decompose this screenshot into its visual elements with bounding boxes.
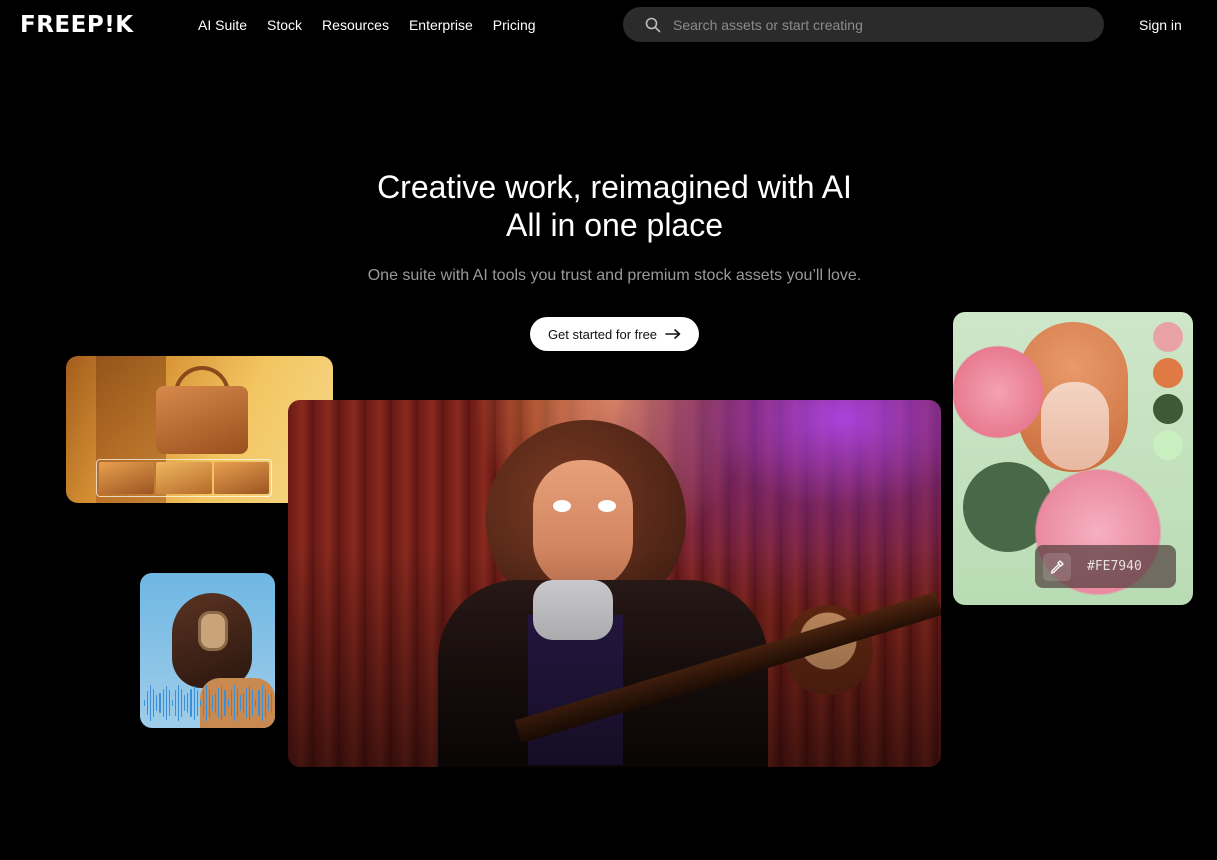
hero-title: Creative work, reimagined with AI All in… (0, 168, 1217, 244)
search-icon (645, 17, 661, 33)
variation-thumbnail-strip (96, 459, 272, 497)
waveform-bar (208, 689, 211, 717)
search-bar[interactable] (623, 7, 1104, 42)
handbag-image (156, 386, 248, 454)
hero-subtitle: One suite with AI tools you trust and pr… (367, 267, 862, 284)
waveform-bar (267, 695, 269, 711)
guitarist-image-card[interactable] (288, 400, 941, 767)
search-input[interactable] (673, 7, 1093, 42)
waveform-bar (258, 689, 260, 717)
flower (953, 332, 1043, 452)
waveform-bar (246, 688, 248, 718)
portrait-image-card[interactable]: #FE7940 (953, 312, 1193, 605)
hero-title-line1: Creative work, reimagined with AI (377, 169, 852, 205)
waveform-bar (187, 693, 189, 713)
nav-stock[interactable]: Stock (267, 16, 302, 34)
waveform-bar (196, 689, 198, 717)
variation-thumbnail[interactable] (156, 462, 212, 494)
waveform-bar (230, 690, 232, 716)
variation-thumbnail[interactable] (213, 462, 269, 494)
image-shade (288, 400, 941, 767)
color-swatches (1153, 322, 1185, 460)
waveform-bar (224, 690, 226, 716)
waveform-bar (184, 694, 186, 712)
waveform-bar (205, 685, 207, 721)
waveform-bar (193, 686, 195, 720)
waveform-bar (215, 693, 217, 713)
audio-waveform (144, 683, 272, 723)
variation-thumbnail[interactable] (99, 462, 155, 494)
waveform-bar (171, 699, 173, 707)
waveform-bar (178, 685, 180, 721)
color-swatch[interactable] (1153, 358, 1183, 388)
waveform-bar (227, 699, 229, 707)
waveform-bar (181, 688, 183, 718)
waveform-bar (190, 688, 192, 718)
get-started-label: Get started for free (547, 326, 658, 342)
waveform-bar (174, 690, 177, 716)
arrow-right-icon (665, 329, 681, 339)
waveform-bar (236, 689, 238, 717)
audio-image-card[interactable] (140, 573, 275, 728)
waveform-bar (233, 685, 235, 721)
waveform-bar (255, 699, 257, 707)
nav-resources[interactable]: Resources (322, 16, 389, 34)
color-picker[interactable]: #FE7940 (1035, 545, 1176, 588)
waveform-bar (162, 688, 164, 718)
waveform-bar (212, 695, 214, 711)
waveform-bar (202, 690, 204, 716)
waveform-bar (199, 699, 201, 707)
waveform-bar (156, 694, 158, 712)
waveform-bar (144, 700, 146, 706)
waveform-bar (249, 686, 251, 720)
waveform-bar (270, 692, 272, 714)
waveform-bar (261, 685, 263, 721)
waveform-bar (153, 688, 155, 718)
waveform-bar (221, 686, 223, 720)
get-started-button[interactable]: Get started for free (530, 317, 699, 351)
nav-ai-suite[interactable]: AI Suite (198, 16, 247, 34)
main-nav: AI Suite Stock Resources Enterprise Pric… (198, 16, 556, 34)
eyedropper-icon[interactable] (1043, 552, 1071, 581)
waveform-bar (147, 690, 149, 716)
waveform-bar (218, 688, 220, 718)
color-swatch[interactable] (1153, 322, 1183, 352)
color-swatch[interactable] (1153, 430, 1183, 460)
waveform-bar (252, 690, 254, 716)
waveform-bar (168, 689, 170, 717)
color-swatch[interactable] (1153, 394, 1183, 424)
waveform-bar (239, 695, 241, 711)
top-nav: FREEP!K AI Suite Stock Resources Enterpr… (0, 0, 1217, 50)
nav-enterprise[interactable]: Enterprise (409, 16, 473, 34)
waveform-bar (243, 692, 245, 714)
waveform-bar (159, 693, 161, 713)
hero-title-line2: All in one place (505, 207, 724, 243)
sign-in-link[interactable]: Sign in (1139, 16, 1182, 34)
freepik-logo[interactable]: FREEP!K (20, 12, 134, 38)
waveform-bar (165, 686, 167, 720)
portrait-face (1041, 382, 1109, 470)
waveform-bar (150, 685, 152, 721)
nav-pricing[interactable]: Pricing (493, 16, 536, 34)
waveform-bar (264, 689, 266, 717)
color-hex-value: #FE7940 (1087, 559, 1142, 574)
headphones-icon (198, 611, 228, 651)
